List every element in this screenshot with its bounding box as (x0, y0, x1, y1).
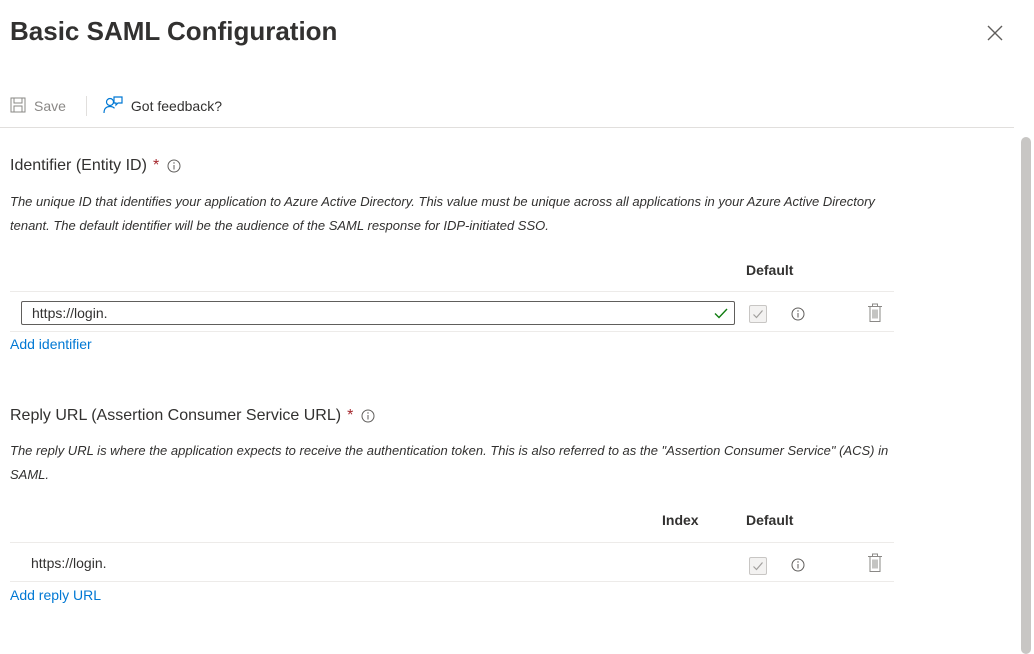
identifier-default-column-header: Default (746, 262, 794, 278)
add-reply-url-link[interactable]: Add reply URL (10, 587, 101, 603)
scrollbar[interactable] (1019, 127, 1034, 654)
identifier-title-label: Identifier (Entity ID) (10, 157, 147, 174)
feedback-icon (103, 95, 123, 117)
toolbar-divider-line (0, 127, 1014, 128)
reply-url-value[interactable]: https://login. (31, 555, 107, 571)
info-icon[interactable] (167, 159, 181, 173)
required-marker: * (152, 157, 160, 174)
reply-row-divider-bottom (10, 581, 894, 582)
trash-icon[interactable] (867, 303, 883, 323)
feedback-label: Got feedback? (130, 98, 222, 114)
close-icon[interactable] (986, 24, 1004, 42)
identifier-row-divider-top (10, 291, 894, 292)
toolbar-divider (85, 96, 87, 116)
feedback-button[interactable]: Got feedback? (103, 95, 222, 117)
info-icon[interactable] (361, 409, 375, 423)
add-identifier-link[interactable]: Add identifier (10, 336, 92, 352)
reply-row-divider-top (10, 542, 894, 543)
identifier-row-divider-bottom (10, 331, 894, 332)
info-icon[interactable] (791, 307, 805, 321)
save-label: Save (34, 98, 66, 114)
page-title: Basic SAML Configuration (10, 16, 338, 46)
save-button[interactable]: Save (10, 97, 66, 116)
identifier-url-field[interactable] (21, 301, 735, 325)
reply-default-checkbox[interactable] (749, 557, 767, 575)
checkmark-icon (714, 306, 728, 320)
trash-icon[interactable] (867, 553, 883, 573)
reply-default-column-header: Default (746, 512, 794, 528)
info-icon[interactable] (791, 558, 805, 572)
toolbar: Save Got feedback? (10, 94, 222, 118)
identifier-default-checkbox[interactable] (749, 305, 767, 323)
reply-url-title-label: Reply URL (Assertion Consumer Service UR… (10, 407, 342, 424)
identifier-url-input[interactable] (22, 302, 692, 324)
required-marker: * (347, 407, 354, 424)
reply-index-column-header: Index (662, 512, 699, 528)
reply-url-description: The reply URL is where the application e… (10, 443, 889, 482)
identifier-section-title: Identifier (Entity ID) * (10, 157, 181, 175)
save-icon (10, 97, 26, 116)
identifier-description: The unique ID that identifies your appli… (10, 194, 875, 233)
scrollbar-thumb[interactable] (1021, 137, 1031, 654)
reply-url-section-title: Reply URL (Assertion Consumer Service UR… (10, 407, 375, 425)
